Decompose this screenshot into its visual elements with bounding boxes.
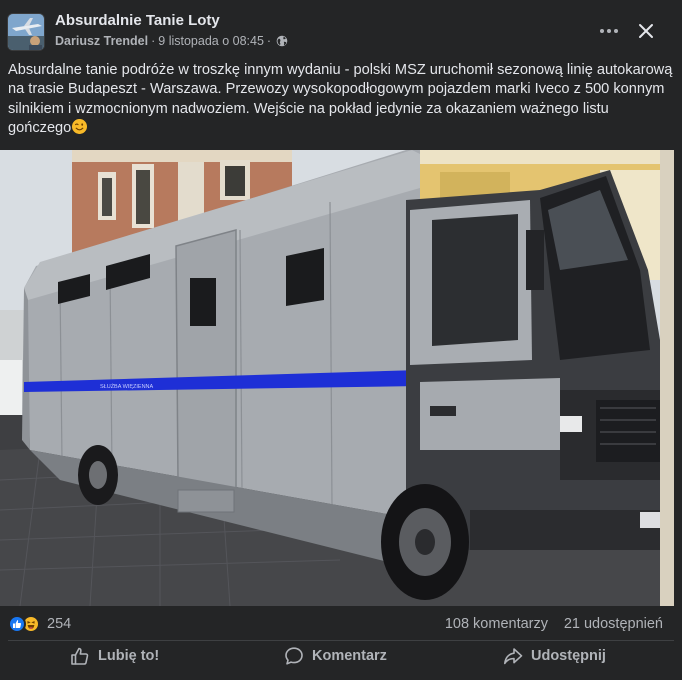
actions-divider (8, 640, 674, 641)
more-horizontal-icon (614, 29, 618, 33)
group-avatar[interactable] (7, 13, 45, 51)
more-horizontal-icon (607, 29, 611, 33)
comment-button-label: Komentarz (312, 648, 387, 664)
shares-count-link[interactable]: 21 udostępnień (564, 616, 663, 632)
meta-separator: · (151, 34, 156, 48)
post-meta: Dariusz Trendel · 9 listopada o 08:45 · (55, 34, 288, 48)
group-name-link[interactable]: Absurdalnie Tanie Loty (55, 12, 220, 29)
close-icon (639, 24, 653, 38)
prison-transport-truck-photo: SŁUŻBA WIĘZIENNA (0, 150, 674, 606)
post-text-body: Absurdalne tanie podróże w troszkę innym… (8, 62, 673, 136)
post-header: Absurdalnie Tanie Loty Dariusz Trendel ·… (0, 0, 682, 60)
like-button-label: Lubię to! (98, 648, 160, 664)
share-arrow-icon (504, 648, 523, 665)
post-date-link[interactable]: 9 listopada o 08:45 (158, 34, 264, 48)
winking-face-emoji (72, 118, 88, 134)
like-button[interactable]: Lubię to! (70, 644, 159, 668)
more-options-button[interactable] (592, 18, 626, 44)
close-button[interactable] (632, 16, 660, 46)
reaction-count: 254 (47, 616, 72, 632)
comments-count-link[interactable]: 108 komentarzy (445, 616, 548, 632)
post-text: Absurdalne tanie podróże w troszkę innym… (8, 61, 676, 138)
comment-button[interactable]: Komentarz (284, 644, 387, 668)
post-image[interactable]: SŁUŻBA WIĘZIENNA (0, 150, 674, 606)
thumbs-up-icon (71, 647, 89, 665)
more-horizontal-icon (600, 29, 604, 33)
author-name-link[interactable]: Dariusz Trendel (55, 34, 148, 48)
meta-separator: · (266, 34, 272, 48)
globe-icon (276, 35, 288, 47)
share-button-label: Udostępnij (531, 648, 606, 664)
comment-bubble-icon (285, 647, 303, 665)
vehicle-lettering: SŁUŻBA WIĘZIENNA (100, 383, 154, 390)
like-reaction-icon (8, 615, 26, 633)
reactions-summary[interactable]: 254 (8, 613, 71, 635)
post-card: Absurdalnie Tanie Loty Dariusz Trendel ·… (0, 0, 682, 680)
share-button[interactable]: Udostępnij (503, 644, 606, 668)
